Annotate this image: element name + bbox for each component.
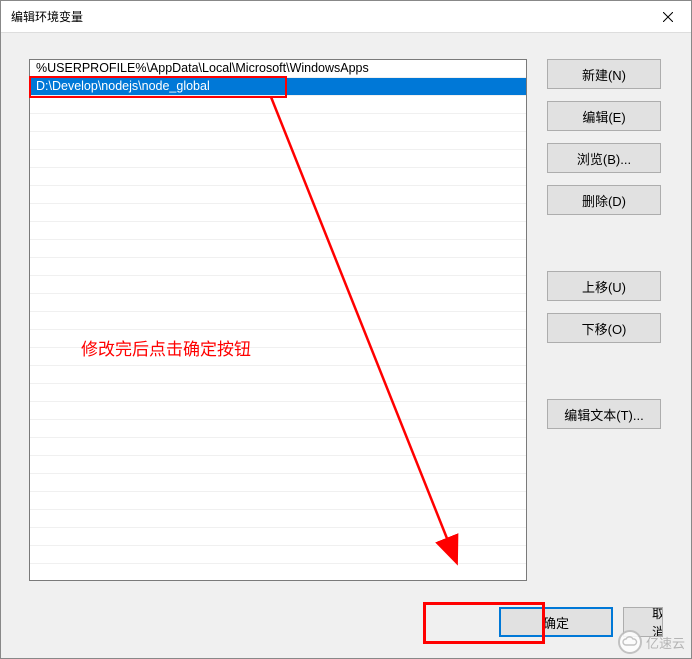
list-item[interactable]	[30, 366, 526, 384]
close-button[interactable]	[645, 1, 691, 33]
move-down-button[interactable]: 下移(O)	[547, 313, 661, 343]
list-item[interactable]: %USERPROFILE%\AppData\Local\Microsoft\Wi…	[30, 60, 526, 78]
list-item[interactable]	[30, 132, 526, 150]
list-item[interactable]	[30, 204, 526, 222]
list-item[interactable]	[30, 96, 526, 114]
list-item[interactable]	[30, 528, 526, 546]
list-item[interactable]	[30, 348, 526, 366]
titlebar: 编辑环境变量	[1, 1, 691, 33]
list-item[interactable]	[30, 510, 526, 528]
move-up-button[interactable]: 上移(U)	[547, 271, 661, 301]
list-item[interactable]	[30, 438, 526, 456]
close-icon	[663, 12, 673, 22]
list-item[interactable]	[30, 384, 526, 402]
delete-button[interactable]: 删除(D)	[547, 185, 661, 215]
cloud-icon	[618, 630, 642, 654]
list-item[interactable]	[30, 258, 526, 276]
watermark: 亿速云	[618, 630, 685, 654]
list-item[interactable]	[30, 456, 526, 474]
path-list[interactable]: %USERPROFILE%\AppData\Local\Microsoft\Wi…	[29, 59, 527, 581]
list-item[interactable]	[30, 114, 526, 132]
list-item[interactable]	[30, 150, 526, 168]
list-item[interactable]: D:\Develop\nodejs\node_global	[30, 78, 526, 96]
browse-button[interactable]: 浏览(B)...	[547, 143, 661, 173]
list-item[interactable]	[30, 186, 526, 204]
list-item[interactable]	[30, 168, 526, 186]
list-item[interactable]	[30, 294, 526, 312]
content-area: %USERPROFILE%\AppData\Local\Microsoft\Wi…	[29, 59, 663, 630]
list-item[interactable]	[30, 402, 526, 420]
ok-button[interactable]: 确定	[499, 607, 613, 637]
edit-button[interactable]: 编辑(E)	[547, 101, 661, 131]
side-buttons: 新建(N) 编辑(E) 浏览(B)... 删除(D) 上移(U) 下移(O) 编…	[547, 59, 661, 439]
list-item[interactable]	[30, 276, 526, 294]
window-title: 编辑环境变量	[11, 8, 83, 25]
list-item[interactable]	[30, 222, 526, 240]
list-item[interactable]	[30, 240, 526, 258]
list-item[interactable]	[30, 420, 526, 438]
new-button[interactable]: 新建(N)	[547, 59, 661, 89]
list-item[interactable]	[30, 330, 526, 348]
watermark-text: 亿速云	[646, 633, 685, 652]
edit-text-button[interactable]: 编辑文本(T)...	[547, 399, 661, 429]
dialog-window: 编辑环境变量 %USERPROFILE%\AppData\Local\Micro…	[0, 0, 692, 659]
list-item[interactable]	[30, 546, 526, 564]
list-item[interactable]	[30, 312, 526, 330]
list-item[interactable]	[30, 474, 526, 492]
list-item[interactable]	[30, 492, 526, 510]
